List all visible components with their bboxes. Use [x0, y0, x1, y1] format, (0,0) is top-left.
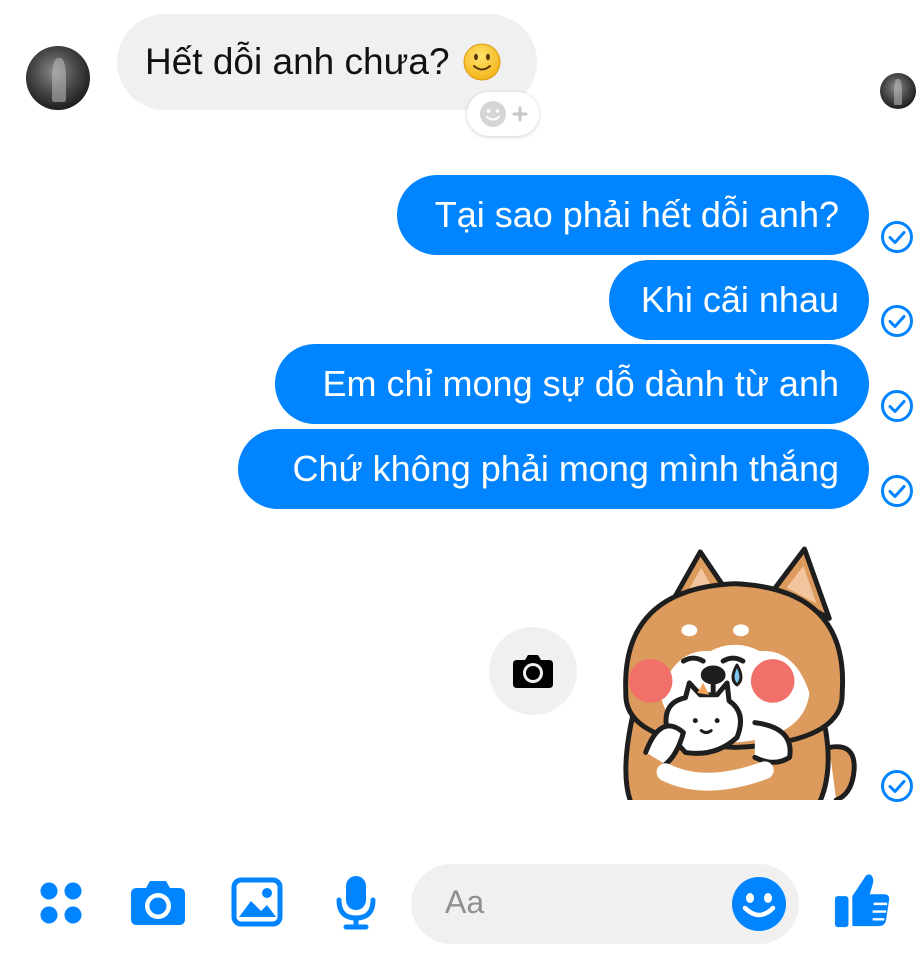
avatar-figure: [894, 79, 903, 105]
microphone-icon[interactable]: [334, 874, 378, 930]
camera-icon[interactable]: [129, 879, 187, 927]
sent-message-text: Em chỉ mong sự dỗ dành từ anh: [322, 363, 839, 404]
add-reaction-icon: [480, 101, 528, 127]
crying-shiba-dog-holding-cat-sticker[interactable]: [606, 544, 864, 802]
sent-message-bubble[interactable]: Tại sao phải hết dỗi anh?: [397, 175, 869, 255]
sent-message-bubble[interactable]: Khi cãi nhau: [609, 260, 869, 340]
sent-check-icon: [881, 221, 913, 253]
received-message-text: Hết dỗi anh chưa?: [145, 41, 450, 82]
camera-icon: [513, 655, 553, 688]
avatar-figure: [51, 57, 66, 103]
received-message-bubble[interactable]: Hết dỗi anh chưa?: [117, 14, 537, 110]
message-input-placeholder: Aa: [445, 884, 485, 920]
contact-avatar[interactable]: [26, 46, 90, 110]
sent-check-icon: [881, 390, 913, 422]
sent-message-text: Chứ không phải mong mình thắng: [292, 448, 839, 489]
read-receipt-avatar: [880, 73, 916, 109]
sent-message-bubble[interactable]: Chứ không phải mong mình thắng: [238, 429, 869, 509]
sent-check-icon: [881, 770, 913, 802]
more-icon[interactable]: [38, 880, 84, 926]
thumbs-up-icon[interactable]: [833, 870, 891, 930]
slightly-smiling-face-icon: [463, 43, 501, 81]
sent-message-bubble[interactable]: Em chỉ mong sự dỗ dành từ anh: [275, 344, 869, 424]
add-reaction-button[interactable]: [467, 92, 539, 136]
sent-message-text: Khi cãi nhau: [640, 279, 839, 320]
sent-message-text: Tại sao phải hết dỗi anh?: [434, 194, 839, 235]
camera-shortcut-button[interactable]: [489, 627, 577, 715]
sent-check-icon: [881, 475, 913, 507]
photo-icon[interactable]: [231, 877, 283, 927]
sent-check-icon: [881, 305, 913, 337]
smiley-icon[interactable]: [731, 876, 787, 932]
